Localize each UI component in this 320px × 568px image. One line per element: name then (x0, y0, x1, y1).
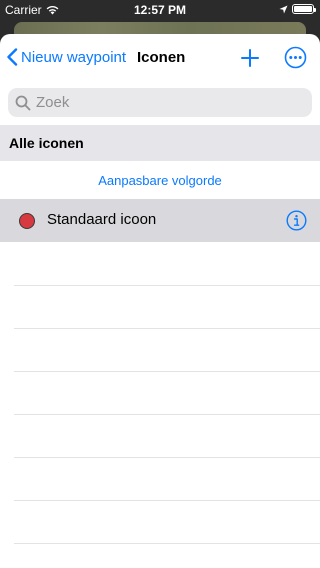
empty-row-separator (14, 500, 320, 501)
empty-row-separator (14, 328, 320, 329)
plus-icon[interactable] (240, 48, 260, 68)
icons-sheet: Nieuw waypoint Iconen Alle iconen Aanpas… (0, 34, 320, 568)
back-button-label: Nieuw waypoint (21, 48, 127, 66)
empty-row-separator (14, 457, 320, 458)
navigation-bar: Nieuw waypoint Iconen (0, 34, 320, 82)
empty-row-separator (14, 371, 320, 372)
ellipsis-circle-icon[interactable] (284, 46, 307, 69)
customizable-order-button[interactable]: Aanpasbare volgorde (0, 161, 320, 199)
page-title: Iconen (137, 49, 186, 66)
icon-color-dot (19, 213, 35, 229)
status-right (279, 4, 316, 14)
empty-row-separator (14, 285, 320, 286)
search-bar[interactable] (8, 88, 312, 117)
battery-icon (292, 4, 316, 14)
status-time: 12:57 PM (133, 3, 187, 17)
status-bar: Carrier 12:57 PM (0, 0, 320, 20)
back-button[interactable]: Nieuw waypoint (6, 48, 126, 66)
section-header: Alle iconen (0, 125, 320, 161)
empty-row-separator (14, 543, 320, 544)
empty-row-separator (14, 414, 320, 415)
list-item-label: Standaard icoon (47, 211, 157, 228)
chevron-left-icon (7, 48, 18, 66)
location-arrow-icon (279, 5, 288, 13)
search-icon (15, 95, 31, 110)
search-input[interactable] (36, 94, 296, 111)
list-item[interactable]: Standaard icoon (0, 199, 320, 242)
battery-level (294, 6, 312, 12)
info-icon[interactable] (286, 210, 307, 231)
